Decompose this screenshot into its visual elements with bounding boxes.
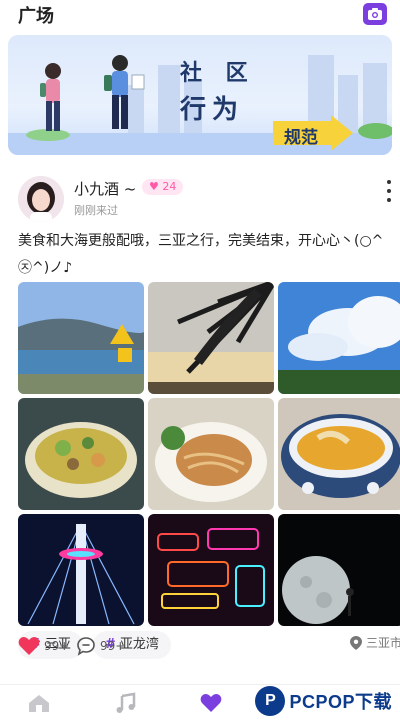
banner-slogan-line1: 社 区 (180, 60, 256, 86)
post-image-pad-thai[interactable] (148, 398, 274, 510)
tab-square[interactable] (198, 691, 224, 715)
more-dot-icon (387, 189, 391, 193)
comment-button[interactable]: 99+ (76, 636, 125, 656)
more-dot-icon (387, 198, 391, 202)
post-header: 小九酒 ~ ♥ 24 刚刚来过 (0, 170, 400, 222)
watermark-logo: P (255, 686, 286, 716)
banner-rules-tag: 规范 (273, 115, 353, 151)
post-image-moon-night[interactable] (278, 514, 400, 626)
location-label: 三亚市 (366, 636, 400, 650)
camera-icon (368, 8, 382, 20)
tab-home[interactable] (26, 691, 52, 715)
heart-icon (200, 693, 222, 712)
last-visit-time: 刚刚来过 (74, 204, 118, 217)
post-image-food-bowl[interactable] (18, 398, 144, 510)
user-level-badge: ♥ 24 (142, 179, 184, 195)
more-dot-icon (387, 180, 391, 184)
user-name[interactable]: 小九酒 ~ (74, 178, 136, 199)
post-text: 美食和大海更般配哦，三亚之行，完美结束，开心心丶(○^㉨^)ノ♪ (18, 233, 384, 276)
clouds-sky-photo (278, 282, 400, 394)
camera-button[interactable] (363, 3, 387, 25)
post-actions-row: 99+ 99+ (18, 636, 158, 658)
post-image-neon-signs[interactable] (148, 514, 274, 626)
curry-shrimp-photo (278, 398, 400, 510)
community-rules-banner[interactable]: 社 区 行为 规范 (8, 35, 392, 155)
post-image-clouds-sky[interactable] (278, 282, 400, 394)
heart-level-icon: ♥ (149, 180, 163, 193)
page-title: 广场 (18, 6, 54, 27)
like-button[interactable]: 99+ (18, 636, 69, 656)
tab-music[interactable] (112, 691, 138, 715)
banner-slogan-line2: 行为 (180, 95, 245, 125)
neon-signs-photo (148, 514, 274, 626)
location-pin-icon (350, 635, 362, 650)
comment-icon (77, 637, 95, 656)
moon-night-photo (278, 514, 400, 626)
post-image-sea-coast[interactable] (18, 282, 144, 394)
pad-thai-photo (148, 398, 274, 510)
palm-sunset-photo (148, 282, 274, 394)
sea-coast-photo (18, 282, 144, 394)
heart-icon (18, 636, 40, 655)
avatar[interactable] (18, 176, 64, 222)
watermark-text: PCPOP下载 (289, 692, 392, 712)
food-bowl-photo (18, 398, 144, 510)
comment-count: 99+ (100, 639, 126, 653)
music-icon (116, 692, 136, 713)
post-image-tower-night[interactable] (18, 514, 144, 626)
site-watermark: P PCPOP下载 (255, 684, 392, 718)
tower-night-photo (18, 514, 144, 626)
like-count: 99+ (44, 639, 70, 653)
user-avatar-image (18, 176, 64, 222)
more-options-button[interactable] (384, 180, 394, 202)
post-image-palm-sunset[interactable] (148, 282, 274, 394)
home-icon (29, 695, 49, 712)
post-image-curry-shrimp[interactable] (278, 398, 400, 510)
banner-tag-label: 规范 (284, 128, 318, 148)
post-location[interactable]: 三亚市 (350, 634, 400, 651)
user-level-value: 24 (162, 180, 177, 193)
top-bar: 广场 (0, 0, 400, 30)
banner-slogan: 社 区 行为 (180, 55, 256, 126)
